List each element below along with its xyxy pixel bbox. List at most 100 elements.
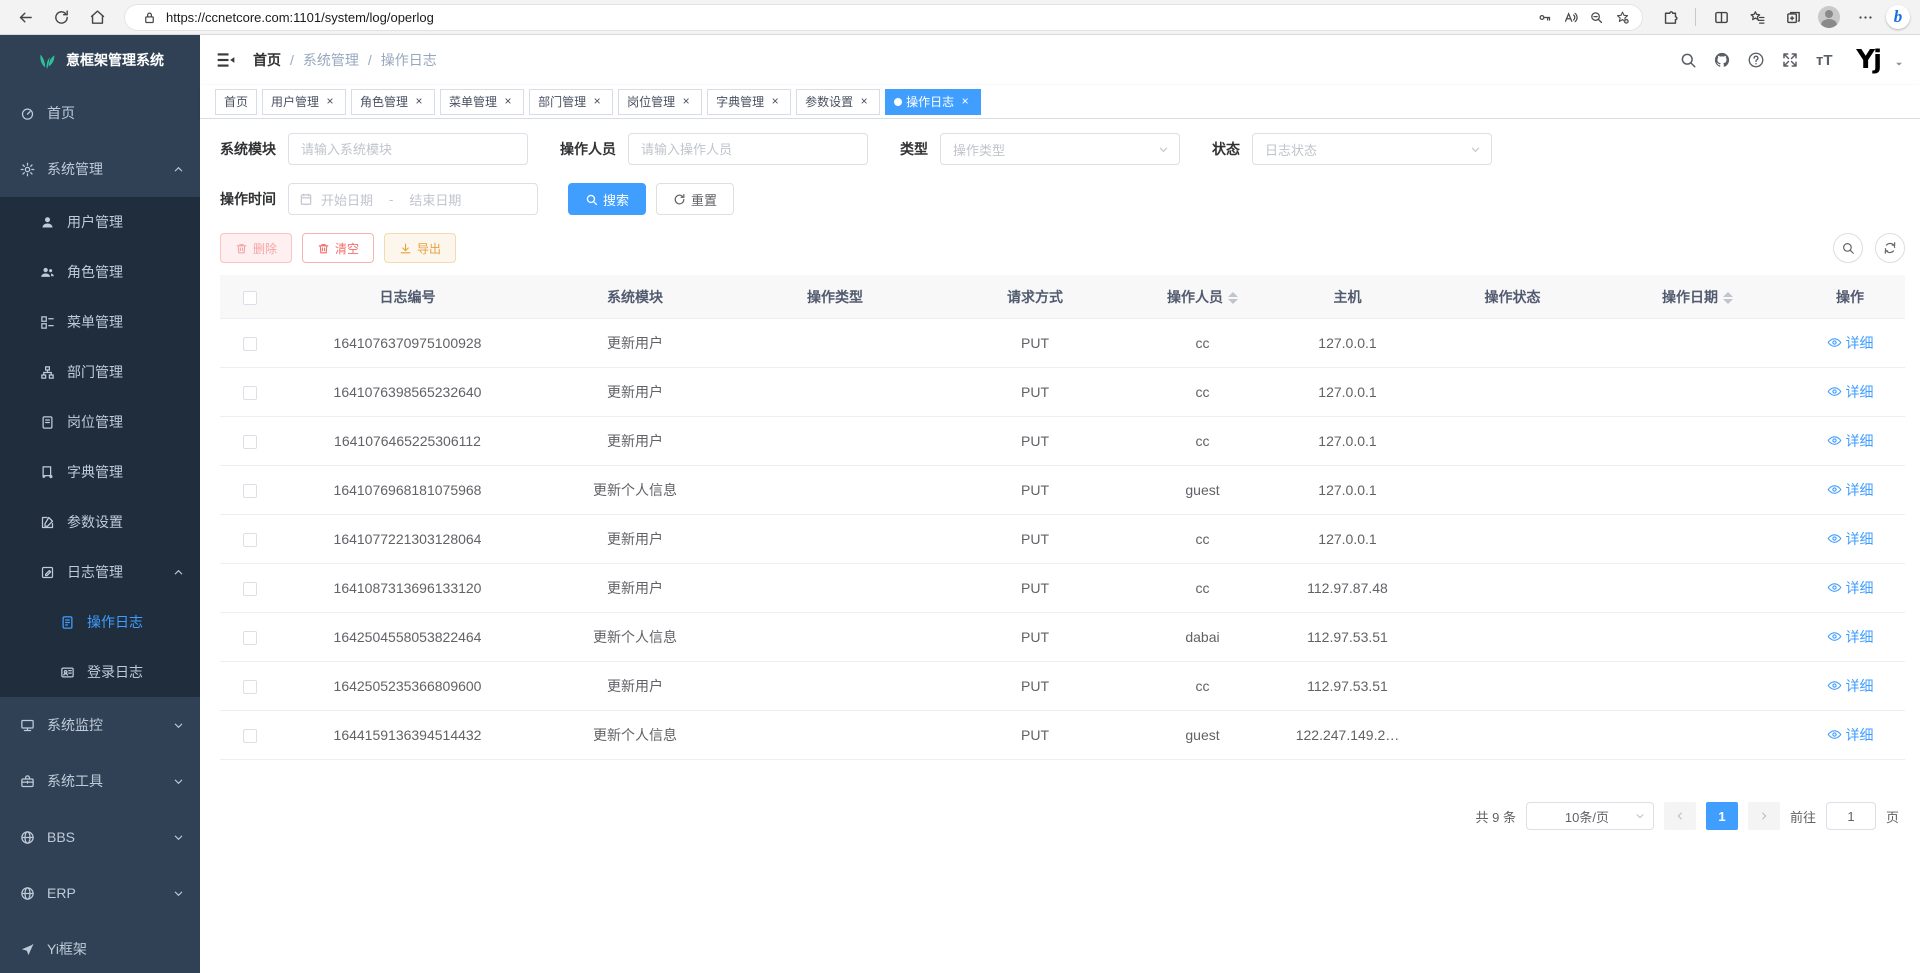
row-checkbox[interactable]	[243, 582, 257, 596]
clear-button[interactable]: 清空	[302, 233, 374, 263]
tab-dictionary-management[interactable]: 字典管理×	[707, 89, 791, 115]
module-input[interactable]	[288, 133, 528, 165]
sidebar-item-departments[interactable]: 部门管理	[0, 347, 200, 397]
tab-operation-log[interactable]: 操作日志×	[885, 89, 981, 115]
goto-page-input[interactable]	[1826, 802, 1876, 830]
close-icon[interactable]: ×	[412, 95, 426, 109]
close-icon[interactable]: ×	[857, 95, 871, 109]
close-icon[interactable]: ×	[768, 95, 782, 109]
split-screen-icon[interactable]	[1706, 3, 1736, 31]
tab-department-management[interactable]: 部门管理×	[529, 89, 613, 115]
tab-user-management[interactable]: 用户管理×	[262, 89, 346, 115]
table-refresh-icon[interactable]	[1875, 233, 1905, 263]
detail-link[interactable]: 详细	[1827, 725, 1874, 745]
add-favorite-icon[interactable]	[1609, 5, 1635, 29]
row-checkbox[interactable]	[243, 680, 257, 694]
sidebar-item-bbs[interactable]: BBS	[0, 809, 200, 865]
sort-carets-icon[interactable]	[1228, 292, 1238, 304]
search-icon[interactable]	[1678, 50, 1698, 70]
sort-carets-icon[interactable]	[1723, 292, 1733, 304]
tab-menu-management[interactable]: 菜单管理×	[440, 89, 524, 115]
sidebar-toggle-icon[interactable]	[215, 50, 237, 70]
column-header-action: 操作	[1795, 287, 1905, 307]
tab-role-management[interactable]: 角色管理×	[351, 89, 435, 115]
close-icon[interactable]: ×	[679, 95, 693, 109]
detail-link[interactable]: 详细	[1827, 480, 1874, 500]
detail-link[interactable]: 详细	[1827, 578, 1874, 598]
font-size-icon[interactable]: тT	[1814, 50, 1834, 70]
collections-icon[interactable]	[1778, 3, 1808, 31]
row-checkbox[interactable]	[243, 337, 257, 351]
browser-menu-icon[interactable]	[1850, 3, 1880, 31]
sidebar-item-menus[interactable]: 菜单管理	[0, 297, 200, 347]
caret-down-icon[interactable]	[1894, 59, 1904, 69]
extensions-icon[interactable]	[1655, 3, 1685, 31]
row-checkbox[interactable]	[243, 631, 257, 645]
page-size-select[interactable]: 10条/页	[1526, 802, 1654, 830]
github-icon[interactable]	[1712, 50, 1732, 70]
detail-link[interactable]: 详细	[1827, 627, 1874, 647]
column-header-date[interactable]: 操作日期	[1600, 287, 1795, 307]
sidebar-item-dictionary[interactable]: 字典管理	[0, 447, 200, 497]
close-icon[interactable]: ×	[501, 95, 515, 109]
sidebar-item-monitor[interactable]: 系统监控	[0, 697, 200, 753]
sidebar-item-system[interactable]: 系统管理	[0, 141, 200, 197]
row-checkbox[interactable]	[243, 484, 257, 498]
tab-home[interactable]: 首页	[215, 89, 257, 115]
column-header-operator[interactable]: 操作人员	[1135, 287, 1270, 307]
sidebar-item-tools[interactable]: 系统工具	[0, 753, 200, 809]
page-number-button[interactable]: 1	[1706, 802, 1738, 830]
sidebar-item-parameters[interactable]: 参数设置	[0, 497, 200, 547]
row-checkbox[interactable]	[243, 533, 257, 547]
table-search-toggle-icon[interactable]	[1833, 233, 1863, 263]
sidebar-item-operation-log[interactable]: 操作日志	[0, 597, 200, 647]
lock-icon[interactable]	[136, 5, 162, 29]
delete-button[interactable]: 删除	[220, 233, 292, 263]
home-icon[interactable]	[82, 3, 112, 31]
operation-type-select[interactable]: 操作类型	[940, 133, 1180, 165]
operator-input[interactable]	[628, 133, 868, 165]
back-icon[interactable]	[10, 3, 40, 31]
zoom-out-icon[interactable]	[1583, 5, 1609, 29]
copilot-icon[interactable]: b	[1886, 5, 1910, 29]
user-logo-avatar[interactable]: Yj	[1856, 47, 1880, 73]
row-checkbox[interactable]	[243, 435, 257, 449]
close-icon[interactable]: ×	[958, 95, 972, 109]
sidebar-item-users[interactable]: 用户管理	[0, 197, 200, 247]
select-all-checkbox[interactable]	[243, 291, 257, 305]
date-range-picker[interactable]: 开始日期 - 结束日期	[288, 183, 538, 215]
next-page-button[interactable]	[1748, 802, 1780, 830]
export-button[interactable]: 导出	[384, 233, 456, 263]
sidebar-item-erp[interactable]: ERP	[0, 865, 200, 921]
favorites-icon[interactable]	[1742, 3, 1772, 31]
detail-link[interactable]: 详细	[1827, 382, 1874, 402]
breadcrumb-home[interactable]: 首页	[253, 50, 281, 70]
profile-avatar[interactable]	[1814, 3, 1844, 31]
read-aloud-icon[interactable]	[1557, 5, 1583, 29]
prev-page-button[interactable]	[1664, 802, 1696, 830]
sidebar-item-home[interactable]: 首页	[0, 85, 200, 141]
fullscreen-icon[interactable]	[1780, 50, 1800, 70]
detail-link[interactable]: 详细	[1827, 333, 1874, 353]
tab-parameter-settings[interactable]: 参数设置×	[796, 89, 880, 115]
sidebar-item-yi-framework[interactable]: Yi框架	[0, 921, 200, 973]
detail-link[interactable]: 详细	[1827, 431, 1874, 451]
row-checkbox[interactable]	[243, 386, 257, 400]
sidebar-item-logs[interactable]: 日志管理	[0, 547, 200, 597]
reset-button[interactable]: 重置	[656, 183, 734, 215]
sidebar-item-login-log[interactable]: 登录日志	[0, 647, 200, 697]
sidebar-item-posts[interactable]: 岗位管理	[0, 397, 200, 447]
sidebar-item-roles[interactable]: 角色管理	[0, 247, 200, 297]
help-icon[interactable]	[1746, 50, 1766, 70]
detail-link[interactable]: 详细	[1827, 529, 1874, 549]
address-bar[interactable]: https://ccnetcore.com:1101/system/log/op…	[124, 4, 1643, 31]
password-key-icon[interactable]	[1531, 5, 1557, 29]
close-icon[interactable]: ×	[323, 95, 337, 109]
refresh-icon[interactable]	[46, 3, 76, 31]
close-icon[interactable]: ×	[590, 95, 604, 109]
log-status-select[interactable]: 日志状态	[1252, 133, 1492, 165]
search-button[interactable]: 搜索	[568, 183, 646, 215]
detail-link[interactable]: 详细	[1827, 676, 1874, 696]
row-checkbox[interactable]	[243, 729, 257, 743]
tab-post-management[interactable]: 岗位管理×	[618, 89, 702, 115]
